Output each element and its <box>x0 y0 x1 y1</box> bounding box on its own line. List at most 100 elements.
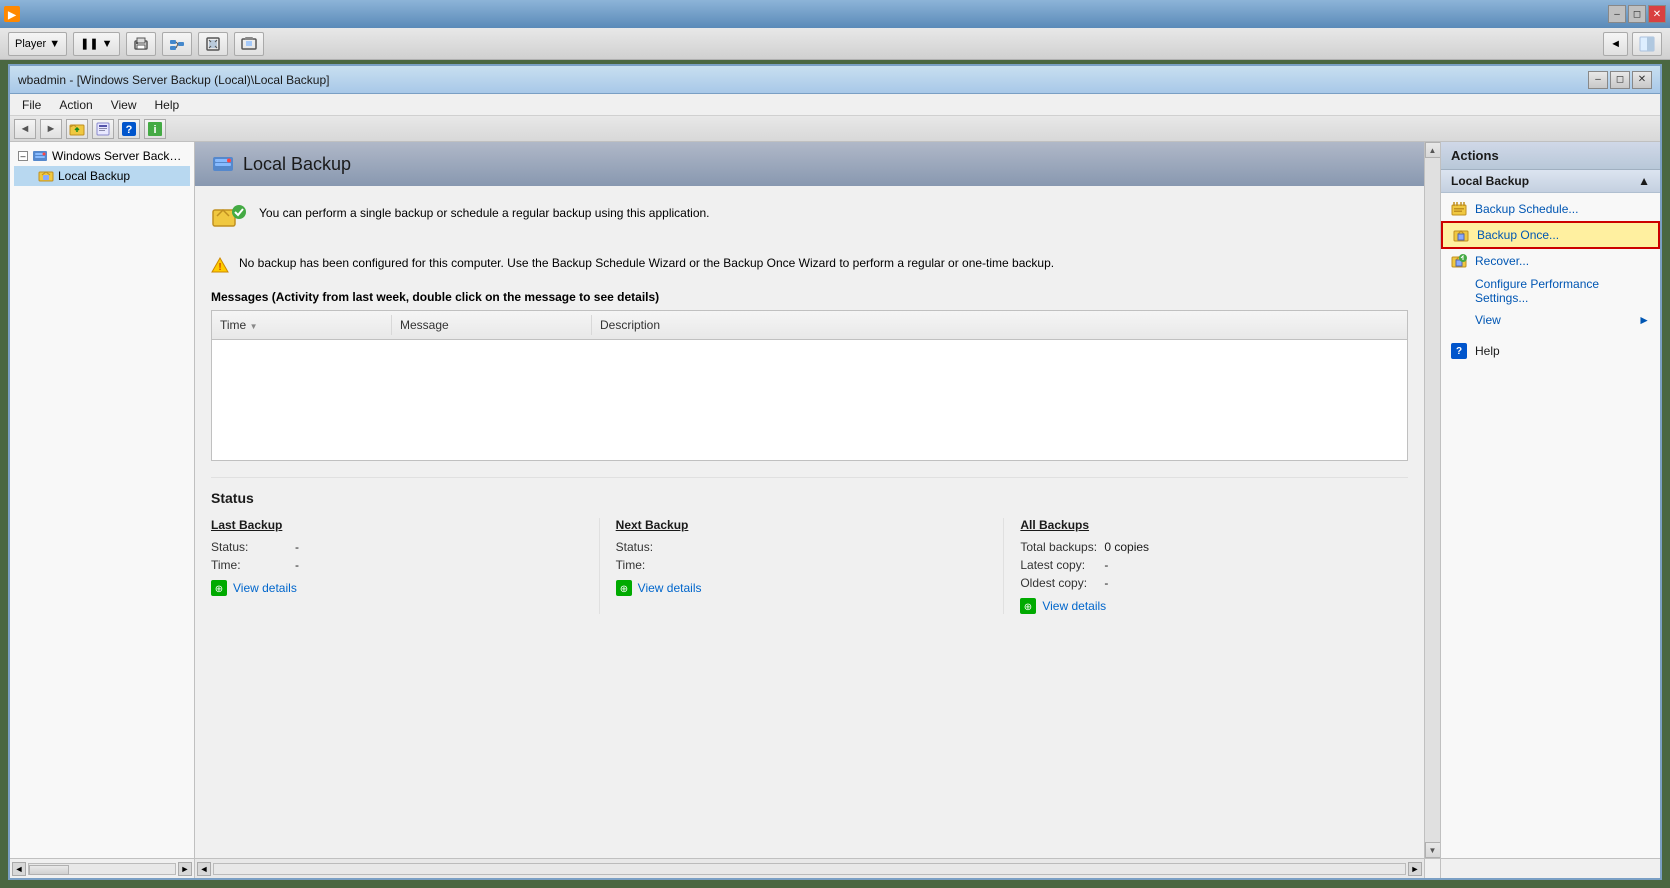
center-hscroll: ◄ ► <box>195 859 1424 878</box>
all-backups-view-details-label: View details <box>1042 599 1106 613</box>
next-backup-status-label: Status: <box>616 540 696 554</box>
svg-text:i: i <box>153 124 156 136</box>
recover-action[interactable]: Recover... <box>1441 249 1660 273</box>
tree-item-server-backup[interactable]: – Windows Server Backup (L <box>14 146 190 166</box>
help-action[interactable]: ? Help <box>1441 339 1660 363</box>
backup-schedule-action[interactable]: Backup Schedule... <box>1441 197 1660 221</box>
all-backups-col: All Backups Total backups: 0 copies Late… <box>1004 518 1408 614</box>
sidebar-scroll-track[interactable] <box>28 863 176 875</box>
scroll-down-button[interactable]: ▼ <box>1425 842 1441 858</box>
svg-text:⊕: ⊕ <box>215 584 223 595</box>
scroll-up-button[interactable]: ▲ <box>1425 142 1441 158</box>
player-titlebar-left: ▶ <box>4 6 20 22</box>
backup-schedule-icon <box>1451 201 1467 217</box>
inner-close-button[interactable]: ✕ <box>1632 71 1652 89</box>
collapse-icon[interactable]: ▲ <box>1638 174 1650 188</box>
next-backup-view-details[interactable]: ⊕ View details <box>616 580 988 596</box>
network-button[interactable] <box>162 32 192 56</box>
inner-maximize-button[interactable]: ◻ <box>1610 71 1630 89</box>
fit-button[interactable] <box>198 32 228 56</box>
center-scroll-right[interactable]: ► <box>1408 862 1422 876</box>
print-button[interactable] <box>126 32 156 56</box>
actions-section-header: Local Backup ▲ <box>1441 170 1660 193</box>
last-backup-title: Last Backup <box>211 518 583 532</box>
all-backups-oldest-value: - <box>1104 576 1108 590</box>
pause-button[interactable]: ❚❚ ▼ <box>73 32 119 56</box>
menu-file[interactable]: File <box>14 96 49 114</box>
forward-button[interactable]: ► <box>40 119 62 139</box>
corner-box <box>1424 859 1440 878</box>
edit-button[interactable] <box>92 119 114 139</box>
col-time-header[interactable]: Time ▼ <box>212 315 392 335</box>
center-scroll-track[interactable] <box>213 863 1406 875</box>
expand-icon <box>1639 36 1655 52</box>
backup-once-icon <box>1453 227 1469 243</box>
backup-once-action[interactable]: Backup Once... <box>1441 221 1660 249</box>
menu-bar: File Action View Help <box>10 94 1660 116</box>
menu-action[interactable]: Action <box>51 96 100 114</box>
folder-up-button[interactable] <box>66 119 88 139</box>
player-toolbar: Player ▼ ❚❚ ▼ <box>0 28 1670 60</box>
main-content: – Windows Server Backup (L <box>10 142 1660 858</box>
actions-title: Actions <box>1451 148 1499 163</box>
warning-box: ! No backup has been configured for this… <box>211 252 1408 278</box>
snapshot-button[interactable] <box>234 32 264 56</box>
expand-right-button[interactable] <box>1632 32 1662 56</box>
view-action[interactable]: View ► <box>1441 309 1660 331</box>
inner-minimize-button[interactable]: – <box>1588 71 1608 89</box>
all-view-details-icon: ⊕ <box>1020 598 1036 614</box>
player-menu-button[interactable]: Player ▼ <box>8 32 67 56</box>
tree-item-local-backup[interactable]: Local Backup <box>14 166 190 186</box>
collapse-right-button[interactable]: ◄ <box>1603 32 1628 56</box>
inner-titlebar-controls: – ◻ ✕ <box>1588 71 1652 89</box>
local-backup-header-icon <box>211 152 235 176</box>
expand-icon[interactable]: – <box>18 151 28 161</box>
last-backup-time-row: Time: - <box>211 558 583 572</box>
vmware-icon: ▶ <box>4 6 20 22</box>
all-backups-total-value: 0 copies <box>1104 540 1149 554</box>
next-backup-title: Next Backup <box>616 518 988 532</box>
center-scroll-left[interactable]: ◄ <box>197 862 211 876</box>
properties-icon: i <box>147 121 163 137</box>
minimize-button[interactable]: – <box>1608 5 1626 23</box>
maximize-button[interactable]: ◻ <box>1628 5 1646 23</box>
help-nav-icon: ? <box>121 121 137 137</box>
scroll-track[interactable] <box>1425 158 1441 842</box>
player-window: ▶ – ◻ ✕ Player ▼ ❚❚ ▼ <box>0 0 1670 888</box>
all-backups-view-details[interactable]: ⊕ View details <box>1020 598 1392 614</box>
col-message-header[interactable]: Message <box>392 315 592 335</box>
info-box: You can perform a single backup or sched… <box>211 198 1408 242</box>
last-backup-status-value: - <box>295 540 299 554</box>
tree-label-server-backup: Windows Server Backup (L <box>52 149 186 163</box>
close-button[interactable]: ✕ <box>1648 5 1666 23</box>
inner-window-title: wbadmin - [Windows Server Backup (Local)… <box>18 73 329 87</box>
last-backup-status-row: Status: - <box>211 540 583 554</box>
sidebar-scroll-right[interactable]: ► <box>178 862 192 876</box>
messages-table-header: Time ▼ Message Description <box>212 311 1407 340</box>
local-backup-header: Local Backup <box>195 142 1424 186</box>
menu-view[interactable]: View <box>103 96 145 114</box>
sidebar-scroll-left[interactable]: ◄ <box>12 862 26 876</box>
svg-text:⊕: ⊕ <box>1024 602 1032 613</box>
messages-section: Messages (Activity from last week, doubl… <box>211 290 1408 461</box>
player-titlebar-controls: – ◻ ✕ <box>1608 5 1666 23</box>
last-backup-status-label: Status: <box>211 540 291 554</box>
status-grid: Last Backup Status: - Time: - <box>211 518 1408 614</box>
pause-label: ❚❚ ▼ <box>80 37 112 50</box>
all-backups-latest-row: Latest copy: - <box>1020 558 1392 572</box>
tree-label-local-backup: Local Backup <box>58 169 130 183</box>
player-titlebar: ▶ – ◻ ✕ <box>0 0 1670 28</box>
status-title: Status <box>211 490 1408 506</box>
configure-performance-action[interactable]: Configure Performance Settings... <box>1441 273 1660 309</box>
help-label: Help <box>1475 344 1500 358</box>
next-backup-status-row: Status: <box>616 540 988 554</box>
bottom-area: ◄ ► ◄ ► <box>10 858 1660 878</box>
properties-button[interactable]: i <box>144 119 166 139</box>
back-button[interactable]: ◄ <box>14 119 36 139</box>
help-nav-button[interactable]: ? <box>118 119 140 139</box>
menu-help[interactable]: Help <box>147 96 188 114</box>
col-description-header[interactable]: Description <box>592 315 1407 335</box>
next-view-details-icon: ⊕ <box>616 580 632 596</box>
next-backup-col: Next Backup Status: Time: <box>600 518 1005 614</box>
last-backup-view-details[interactable]: ⊕ View details <box>211 580 583 596</box>
